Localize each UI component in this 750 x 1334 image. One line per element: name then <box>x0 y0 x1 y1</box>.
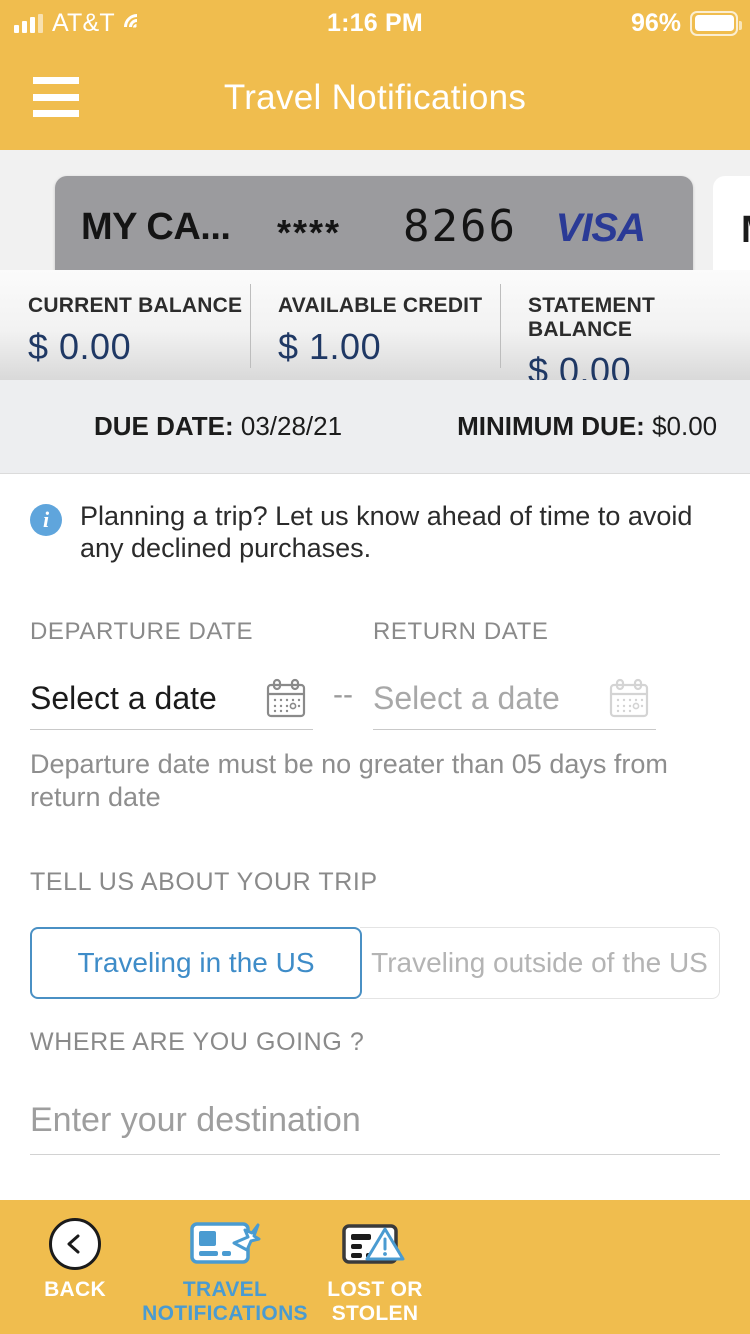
trip-type-section: TELL US ABOUT YOUR TRIP Traveling in the… <box>0 868 750 999</box>
destination-section: WHERE ARE YOU GOING ? <box>0 1028 750 1155</box>
bottom-tab-bar: BACK TRAVEL NOTIFICATIONS LOST OR STOLEN <box>0 1200 750 1334</box>
return-date-value: Select a date <box>373 680 560 716</box>
return-date-field[interactable]: RETURN DATE Select a date <box>373 618 656 730</box>
card-carousel[interactable]: MY CA... **** 8266 VISA M <box>0 150 750 270</box>
tab-label-line2: STOLEN <box>331 1301 419 1325</box>
departure-date-value: Select a date <box>30 680 217 716</box>
destination-input-wrap[interactable] <box>30 1087 720 1155</box>
credit-card-next[interactable]: M <box>713 176 750 270</box>
date-range-hint: Departure date must be no greater than 0… <box>30 749 668 812</box>
tab-travel-notifications[interactable]: TRAVEL NOTIFICATIONS <box>142 1216 308 1325</box>
balance-label: CURRENT BALANCE <box>28 294 243 317</box>
balance-statement: STATEMENT BALANCE $ 0.00 <box>500 270 750 391</box>
tab-lost-or-stolen-label: LOST OR STOLEN <box>327 1278 422 1325</box>
trip-option-in-us[interactable]: Traveling in the US <box>30 927 362 999</box>
date-range-section: DEPARTURE DATE Select a date -- RETURN D… <box>0 618 750 814</box>
status-bar: AT&T 1:16 PM 96% <box>0 0 750 46</box>
date-range-separator: -- <box>333 678 353 711</box>
battery-percent-label: 96% <box>630 8 681 37</box>
trip-section-label: TELL US ABOUT YOUR TRIP <box>30 868 378 896</box>
departure-date-label: DEPARTURE DATE <box>30 618 254 645</box>
destination-input[interactable] <box>30 1101 720 1140</box>
balance-value: $ 0.00 <box>28 326 132 367</box>
credit-card[interactable]: MY CA... **** 8266 VISA <box>55 176 693 270</box>
card-last-four: 8266 <box>403 201 517 252</box>
info-banner-text: Planning a trip? Let us know ahead of ti… <box>80 501 693 564</box>
page-title: Travel Notifications <box>223 78 527 117</box>
due-date: DUE DATE: 03/28/21 <box>94 411 342 442</box>
due-date-value: 03/28/21 <box>240 411 343 441</box>
app-screen: AT&T 1:16 PM 96% Travel Notifications MY… <box>0 0 750 1334</box>
status-bar-right: 96% <box>630 8 742 38</box>
return-date-input[interactable]: Select a date <box>373 668 656 730</box>
boarding-pass-airplane-icon <box>189 1216 261 1272</box>
balance-summary: CURRENT BALANCE $ 0.00 AVAILABLE CREDIT … <box>0 270 750 391</box>
back-chevron-circle-icon <box>49 1216 101 1272</box>
minimum-due-label: MINIMUM DUE: <box>457 411 645 441</box>
minimum-due: MINIMUM DUE: $0.00 <box>457 411 717 442</box>
card-nickname: MY CA... <box>81 206 231 248</box>
trip-option-outside-us[interactable]: Traveling outside of the US <box>360 927 720 999</box>
card-next-nickname: M <box>741 209 750 252</box>
balance-available-credit: AVAILABLE CREDIT $ 1.00 <box>250 270 500 380</box>
due-summary: DUE DATE: 03/28/21 MINIMUM DUE: $0.00 <box>0 380 750 474</box>
calendar-icon[interactable] <box>606 676 652 722</box>
tab-label-line2: NOTIFICATIONS <box>142 1301 308 1325</box>
battery-icon <box>690 10 742 36</box>
due-date-label: DUE DATE: <box>94 411 234 441</box>
card-mask: **** <box>277 212 342 253</box>
destination-label: WHERE ARE YOU GOING ? <box>30 1028 365 1056</box>
tab-back-label: BACK <box>44 1278 106 1301</box>
departure-date-input[interactable]: Select a date <box>30 668 313 730</box>
tab-label-line1: LOST OR <box>327 1278 423 1301</box>
minimum-due-value: $0.00 <box>652 411 718 441</box>
calendar-icon[interactable] <box>263 676 309 722</box>
trip-type-toggle[interactable]: Traveling in the US Traveling outside of… <box>30 927 720 999</box>
balance-current: CURRENT BALANCE $ 0.00 <box>0 270 250 380</box>
tab-lost-or-stolen[interactable]: LOST OR STOLEN <box>300 1216 450 1325</box>
tab-label-line1: TRAVEL <box>182 1278 268 1301</box>
card-warning-icon <box>339 1216 411 1272</box>
visa-logo: VISA <box>555 206 646 250</box>
info-banner: i Planning a trip? Let us know ahead of … <box>0 500 750 565</box>
return-date-label: RETURN DATE <box>373 618 549 645</box>
departure-date-field[interactable]: DEPARTURE DATE Select a date <box>30 618 313 730</box>
info-icon: i <box>30 504 62 536</box>
balance-value: $ 1.00 <box>278 326 382 367</box>
tab-travel-notifications-label: TRAVEL NOTIFICATIONS <box>142 1278 308 1325</box>
balance-label: AVAILABLE CREDIT <box>278 294 483 317</box>
app-header: Travel Notifications <box>0 46 750 150</box>
balance-label: STATEMENT BALANCE <box>528 294 656 341</box>
tab-back[interactable]: BACK <box>0 1216 150 1302</box>
